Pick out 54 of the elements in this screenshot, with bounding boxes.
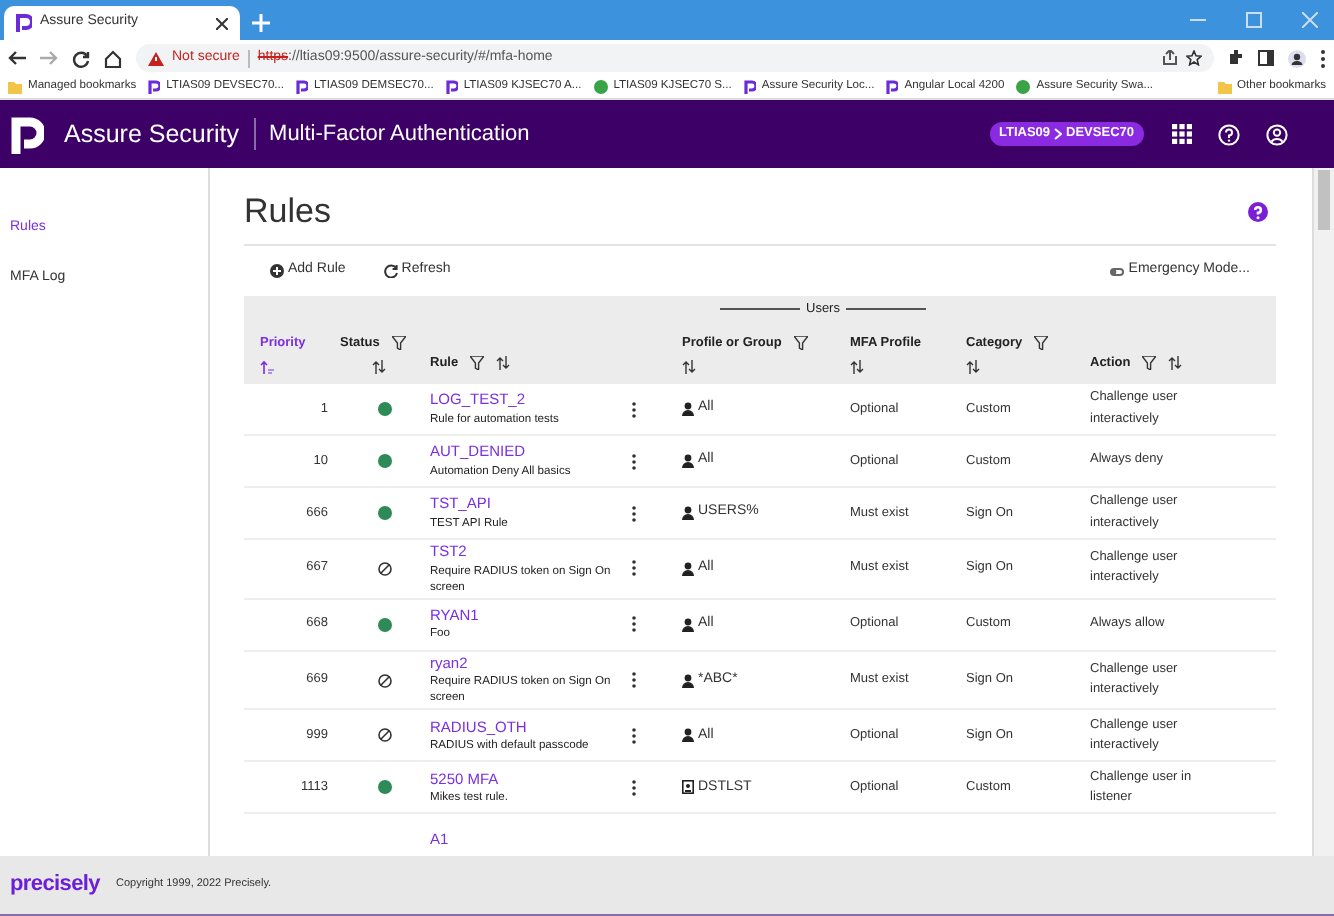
brand-logo-icon [16,14,32,32]
folder-icon [1217,81,1232,93]
user-icon [682,454,694,468]
home-icon[interactable] [104,49,122,67]
brand-logo: precisely [10,870,101,901]
brand-logo-icon [886,80,899,94]
more-icon[interactable] [1320,49,1326,67]
brand-logo-icon [743,80,756,94]
extensions-icon[interactable] [1228,50,1244,66]
user-icon [682,728,694,743]
close-icon[interactable] [216,17,228,29]
sort-icon[interactable] [850,359,864,374]
product-name: Assure Security [64,117,240,152]
profile-icon[interactable] [1288,49,1306,67]
brand-logo-icon [296,80,308,94]
side-panel-icon[interactable] [1258,50,1274,66]
sort-icon[interactable] [496,356,511,371]
filter-icon[interactable] [470,356,485,371]
chevron-icon [1054,128,1063,140]
new-tab-icon[interactable] [252,14,270,32]
apps-grid-icon[interactable] [1172,124,1192,144]
warning-icon [148,51,164,65]
user-account-icon[interactable] [1266,123,1288,145]
filter-icon[interactable] [391,336,406,351]
back-icon[interactable] [8,50,26,66]
sort-icon[interactable] [1168,356,1183,371]
scrollbar[interactable] [1312,168,1334,856]
page-title: Rules [244,190,331,235]
folder-icon [8,81,22,93]
toggle-icon [1110,267,1125,275]
module-name: Multi-Factor Authentication [269,119,530,150]
filter-icon[interactable] [1034,336,1049,351]
brand-logo-icon [148,80,161,94]
help-icon[interactable] [1218,123,1240,145]
plus-circle-icon [270,264,284,278]
user-icon [682,402,694,416]
user-icon [682,561,694,576]
sort-icon[interactable] [682,359,696,374]
user-icon [682,673,694,688]
brand-logo-icon [10,115,44,153]
sort-ascending-icon[interactable] [260,359,274,374]
refresh-icon [383,264,398,278]
sort-icon[interactable] [372,359,386,374]
help-icon[interactable] [1248,202,1268,222]
share-icon[interactable] [1162,50,1178,66]
list-icon [682,780,694,795]
brand-logo-icon [445,80,458,94]
sort-icon[interactable] [966,359,980,374]
user-icon [682,506,694,520]
reload-icon[interactable] [72,49,90,67]
filter-icon[interactable] [1142,356,1157,371]
user-icon [682,617,694,632]
star-icon[interactable] [1186,50,1202,66]
filter-icon[interactable] [793,336,808,351]
